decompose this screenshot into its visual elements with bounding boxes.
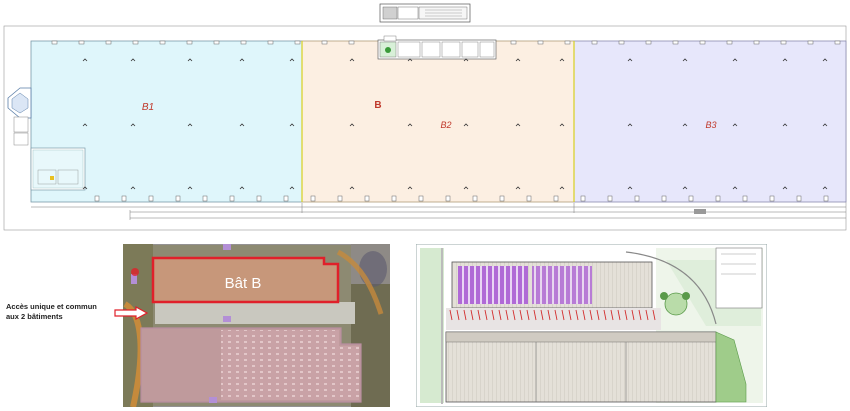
dock-door xyxy=(202,195,208,202)
dock-door xyxy=(661,195,667,202)
dock-door xyxy=(267,40,274,45)
dock-door xyxy=(780,40,787,45)
dock-door xyxy=(337,195,343,202)
building-a-solar-panels xyxy=(221,330,339,400)
dock-door xyxy=(699,40,706,45)
dock-door xyxy=(321,40,328,45)
dock-door xyxy=(51,40,58,45)
office-annex xyxy=(30,147,86,191)
access-annotation: Accès unique et commun aux 2 bâtiments xyxy=(6,302,97,321)
dock-door xyxy=(537,40,544,45)
dock-door xyxy=(159,40,166,45)
dock-door xyxy=(499,195,505,202)
dock-door xyxy=(580,195,586,202)
dock-door xyxy=(672,40,679,45)
dock-door xyxy=(742,195,748,202)
dock-door xyxy=(510,40,517,45)
dock-door xyxy=(418,195,424,202)
dock-door xyxy=(634,195,640,202)
dock-door xyxy=(229,195,235,202)
building-b-label: B xyxy=(374,100,381,111)
site-plan xyxy=(416,244,767,407)
dock-door xyxy=(472,195,478,202)
dock-door xyxy=(823,195,829,202)
dock-door xyxy=(240,40,247,45)
dock-door xyxy=(94,195,100,202)
dock-door xyxy=(715,195,721,202)
dock-door xyxy=(445,195,451,202)
dimension-lines xyxy=(31,203,846,220)
dock-door xyxy=(283,195,289,202)
cell-b3-label: B3 xyxy=(705,120,716,130)
aerial-photo: Bât B xyxy=(123,244,390,407)
dock-door xyxy=(591,40,598,45)
dock-door xyxy=(688,195,694,202)
dock-door xyxy=(364,195,370,202)
dock-door xyxy=(213,40,220,45)
dock-door xyxy=(553,195,559,202)
building-b-aerial-label: Bât B xyxy=(225,275,262,292)
site-rack-zone-2 xyxy=(532,266,592,304)
dock-door xyxy=(618,40,625,45)
dock-door xyxy=(645,40,652,45)
dock-door xyxy=(726,40,733,45)
dock-door xyxy=(310,195,316,202)
dock-door xyxy=(564,40,571,45)
cell-b2-area xyxy=(301,40,575,203)
dock-door xyxy=(294,40,301,45)
access-arrow-icon xyxy=(114,306,148,320)
dock-door xyxy=(132,40,139,45)
dock-door xyxy=(348,40,355,45)
dock-door xyxy=(256,195,262,202)
dock-door xyxy=(607,195,613,202)
plan-cells xyxy=(30,40,847,203)
cell-b2-label: B2 xyxy=(440,120,451,130)
dock-door xyxy=(105,40,112,45)
site-rack-zone-1 xyxy=(458,266,528,304)
dock-door xyxy=(834,40,841,45)
site-building-a xyxy=(445,331,717,403)
central-offices xyxy=(377,35,497,60)
dock-door xyxy=(186,40,193,45)
plan-cartouche xyxy=(379,3,471,23)
dock-door xyxy=(78,40,85,45)
dock-door xyxy=(121,195,127,202)
dock-door xyxy=(769,195,775,202)
dock-door xyxy=(391,195,397,202)
dock-door xyxy=(526,195,532,202)
left-entrance xyxy=(7,87,32,146)
cell-b1-label: B1 xyxy=(142,102,154,113)
dock-door xyxy=(796,195,802,202)
warehouse-floor-plan: B1 B B2 B3 xyxy=(3,3,847,231)
dock-door xyxy=(148,195,154,202)
dock-door xyxy=(807,40,814,45)
dock-door xyxy=(175,195,181,202)
dock-door xyxy=(753,40,760,45)
